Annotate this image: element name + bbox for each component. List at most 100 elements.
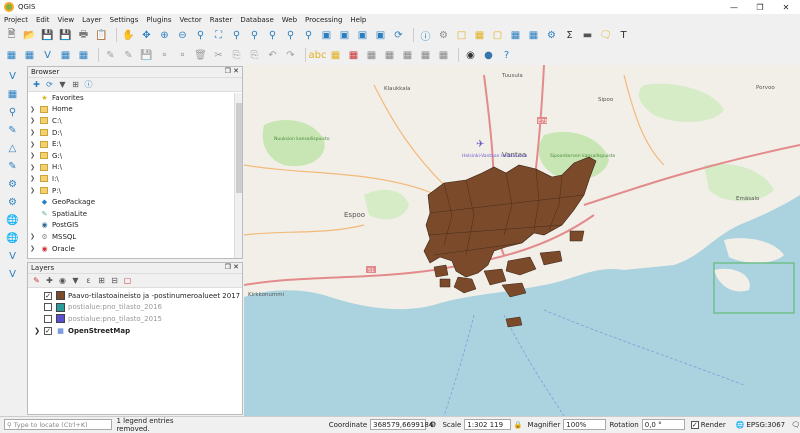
filter-browser-icon[interactable]: ▼ (57, 79, 68, 90)
add-raster-layer-icon[interactable]: ▦ (5, 87, 20, 102)
bookmark-icon[interactable]: ▣ (355, 28, 370, 43)
identify-icon[interactable]: ⓘ (418, 28, 433, 43)
browser-item-e[interactable]: ❯ E:\ (30, 138, 242, 150)
locator-search-input[interactable]: ⚲ Type to locate (Ctrl+K) (4, 419, 113, 430)
menu-database[interactable]: Database (236, 16, 277, 24)
layer-item-pno-2015[interactable]: postialue:pno_tilasto_2015 (30, 313, 242, 325)
statistical-summary-icon[interactable]: Σ (562, 28, 577, 43)
magnifier-field[interactable]: 100% (563, 419, 607, 430)
text-annotation-icon[interactable]: T (616, 28, 631, 43)
coordinate-field[interactable]: 368579,6699184 (370, 419, 433, 430)
browser-item-mssql[interactable]: ❯ ⚙ MSSQL (30, 231, 242, 243)
browser-item-p[interactable]: ❯ P:\ (30, 185, 242, 197)
collapse-all-layers-icon[interactable]: ⊟ (109, 275, 120, 286)
field-calculator-icon[interactable]: ▦ (526, 28, 541, 43)
expand-all-icon[interactable]: ⊞ (96, 275, 107, 286)
enable-properties-icon[interactable]: ⓘ (83, 79, 94, 90)
new-shapefile-layer-icon[interactable]: V (40, 48, 55, 63)
add-delimited-text-icon[interactable]: ✎ (5, 159, 20, 174)
temporal-controller-icon[interactable]: ▣ (337, 28, 352, 43)
browser-item-h[interactable]: ❯ H:\ (30, 162, 242, 174)
processing-toolbox-icon[interactable]: ⚙ (544, 28, 559, 43)
copy-features-icon[interactable]: ⎘ (229, 48, 244, 63)
crs-globe-icon[interactable]: 🌐 (736, 421, 745, 429)
deselect-icon[interactable]: ▢ (490, 28, 505, 43)
render-checkbox[interactable]: ✓ (690, 420, 699, 429)
layer-item-openstreetmap[interactable]: ❯ ✓ ▦ OpenStreetMap (30, 325, 242, 337)
browser-item-spatialite[interactable]: ✎ SpatiaLite (30, 208, 242, 220)
add-mesh-layer-icon[interactable]: ✎ (5, 123, 20, 138)
expand-arrow-icon[interactable]: ❯ (30, 327, 44, 335)
map-canvas[interactable]: ✈ E75 51 Klaukkala Tuusula Sipoo Porvoo … (244, 65, 800, 416)
layout-manager-icon[interactable]: 📋 (94, 28, 109, 43)
new-project-icon[interactable]: 🗎 (4, 28, 19, 43)
crs-label[interactable]: EPSG:3067 (746, 421, 785, 429)
postal-island[interactable] (505, 316, 523, 328)
lock-scale-icon[interactable]: 🔒 (513, 420, 523, 430)
rotate-label-icon[interactable]: ▦ (418, 48, 433, 63)
menu-project[interactable]: Project (0, 16, 32, 24)
collapse-all-icon[interactable]: ⊞ (70, 79, 81, 90)
layer-checkbox[interactable]: ✓ (44, 291, 52, 300)
zoom-in-icon[interactable]: ⊕ (157, 28, 172, 43)
scale-field[interactable]: 1:302 119 (464, 419, 512, 430)
pan-to-selection-icon[interactable]: ✥ (139, 28, 154, 43)
delete-selected-icon[interactable]: 🗑 (193, 48, 208, 63)
save-as-icon[interactable]: 💾 (58, 28, 73, 43)
menu-layer[interactable]: Layer (78, 16, 106, 24)
menu-raster[interactable]: Raster (206, 16, 237, 24)
postal-island[interactable] (501, 282, 527, 298)
pan-icon[interactable]: ✋ (121, 28, 136, 43)
save-edits-icon[interactable]: 💾 (139, 48, 154, 63)
add-wms-icon[interactable]: 🌐 (5, 213, 20, 228)
toggle-editing-icon[interactable]: ✎ (121, 48, 136, 63)
map-svg[interactable]: ✈ E75 51 Klaukkala Tuusula Sipoo Porvoo … (244, 65, 800, 416)
filter-legend-icon[interactable]: ▼ (70, 275, 81, 286)
panel-float-close-icon[interactable]: ❐ ✕ (225, 67, 239, 75)
browser-item-home[interactable]: ❯ Home (30, 104, 242, 116)
show-hide-labels-icon[interactable]: ▦ (382, 48, 397, 63)
new-temporary-layer-icon[interactable]: ▦ (76, 48, 91, 63)
layer-item-pno-2016[interactable]: postialue:pno_tilasto_2016 (30, 302, 242, 314)
menu-help[interactable]: Help (346, 16, 370, 24)
zoom-last-icon[interactable]: ⚲ (283, 28, 298, 43)
add-spatialite-icon[interactable]: ⚲ (5, 105, 20, 120)
save-project-icon[interactable]: 💾 (40, 28, 55, 43)
browser-item-d[interactable]: ❯ D:\ (30, 127, 242, 139)
print-layout-icon[interactable]: 🖶 (76, 28, 91, 43)
postal-island[interactable] (433, 264, 449, 278)
add-virtual-layer-icon[interactable]: V (5, 267, 20, 282)
minimize-button[interactable]: — (721, 0, 747, 14)
browser-item-i[interactable]: ❯ I:\ (30, 173, 242, 185)
menu-settings[interactable]: Settings (106, 16, 143, 24)
browser-refresh-icon[interactable]: ⟳ (44, 79, 55, 90)
scrollbar-thumb[interactable] (236, 103, 242, 193)
messages-icon[interactable]: 🗨 (791, 421, 800, 429)
layer-labeling-icon[interactable]: ▦ (328, 48, 343, 63)
menu-view[interactable]: View (54, 16, 79, 24)
remove-layer-icon[interactable]: ▢ (122, 275, 133, 286)
add-feature-icon[interactable]: ⚬ (157, 48, 172, 63)
pin-labels-icon[interactable]: ▦ (364, 48, 379, 63)
browser-item-g[interactable]: ❯ G:\ (30, 150, 242, 162)
browser-item-postgis[interactable]: ◉ PostGIS (30, 220, 242, 232)
layer-checkbox[interactable] (44, 303, 52, 312)
layer-checkbox[interactable]: ✓ (44, 326, 52, 335)
add-postgis-icon[interactable]: △ (5, 141, 20, 156)
undo-icon[interactable]: ↶ (265, 48, 280, 63)
python-console-icon[interactable]: ● (481, 48, 496, 63)
postal-island[interactable] (569, 230, 585, 242)
add-vector-layer-icon[interactable]: V (5, 69, 20, 84)
select-by-value-icon[interactable]: ▦ (472, 28, 487, 43)
diagram-icon[interactable]: ▦ (346, 48, 361, 63)
style-manager-icon[interactable]: ✎ (31, 275, 42, 286)
browser-item-oracle[interactable]: ❯ ◉ Oracle (30, 243, 242, 255)
attribute-table-icon[interactable]: ▦ (508, 28, 523, 43)
rotation-field[interactable]: 0,0 ° (641, 419, 685, 430)
menu-vector[interactable]: Vector (175, 16, 205, 24)
postal-island[interactable] (439, 278, 451, 288)
add-oracle-icon[interactable]: ⚙ (5, 195, 20, 210)
browser-item-c[interactable]: ❯ C:\ (30, 115, 242, 127)
layer-item-paavo-2017[interactable]: ✓ Paavo-tilastoaineisto ja -postinumeroa… (30, 290, 242, 302)
menu-edit[interactable]: Edit (32, 16, 54, 24)
